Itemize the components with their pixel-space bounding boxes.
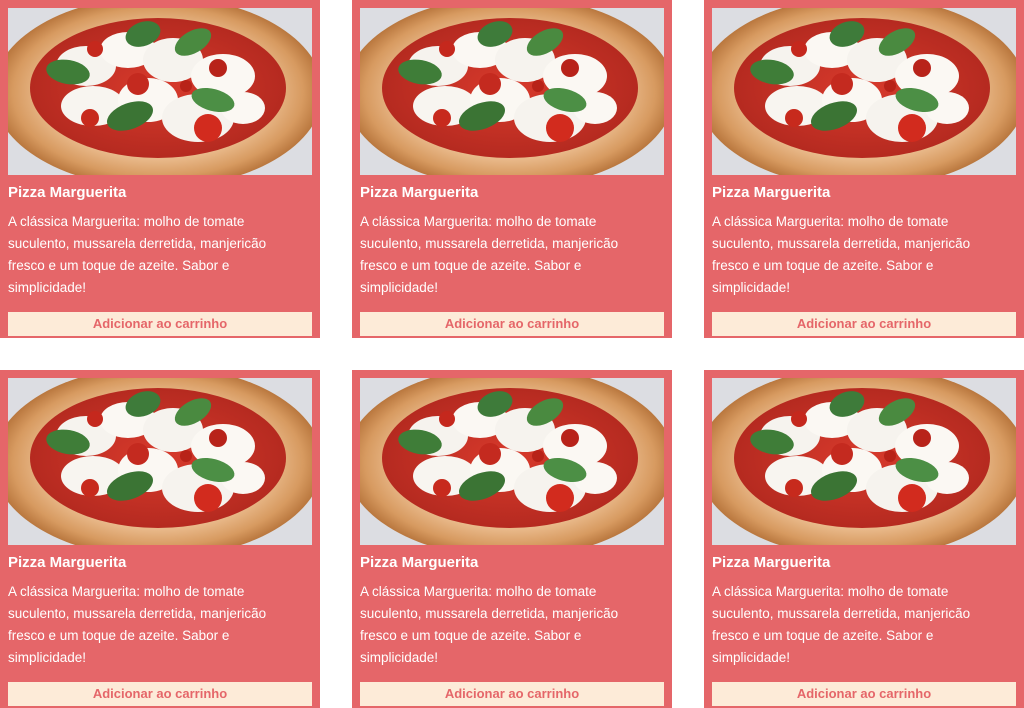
product-card: Pizza Marguerita A clássica Marguerita: …: [0, 370, 320, 708]
pizza-image: [8, 8, 312, 175]
product-description: A clássica Marguerita: molho de tomate s…: [8, 584, 267, 665]
product-title: Pizza Marguerita: [8, 184, 127, 201]
product-title: Pizza Marguerita: [8, 554, 127, 571]
pizza-image: [712, 8, 1016, 175]
add-to-cart-button[interactable]: Adicionar ao carrinho: [360, 682, 664, 706]
add-to-cart-button[interactable]: Adicionar ao carrinho: [8, 312, 312, 336]
pizza-image: [360, 378, 664, 545]
product-card: Pizza Marguerita A clássica Marguerita: …: [352, 370, 672, 708]
pizza-image: [8, 378, 312, 545]
product-title: Pizza Marguerita: [712, 184, 831, 201]
pizza-image: [360, 8, 664, 175]
product-description: A clássica Marguerita: molho de tomate s…: [712, 584, 971, 665]
product-grid: Pizza Marguerita A clássica Marguerita: …: [0, 0, 1024, 708]
product-card: Pizza Marguerita A clássica Marguerita: …: [704, 370, 1024, 708]
product-description: A clássica Marguerita: molho de tomate s…: [360, 214, 619, 295]
add-to-cart-button[interactable]: Adicionar ao carrinho: [8, 682, 312, 706]
product-card: Pizza Marguerita A clássica Marguerita: …: [0, 0, 320, 338]
product-title: Pizza Marguerita: [712, 554, 831, 571]
product-description: A clássica Marguerita: molho de tomate s…: [712, 214, 971, 295]
product-card: Pizza Marguerita A clássica Marguerita: …: [352, 0, 672, 338]
product-description: A clássica Marguerita: molho de tomate s…: [360, 584, 619, 665]
add-to-cart-button[interactable]: Adicionar ao carrinho: [712, 682, 1016, 706]
product-title: Pizza Marguerita: [360, 554, 479, 571]
product-title: Pizza Marguerita: [360, 184, 479, 201]
add-to-cart-button[interactable]: Adicionar ao carrinho: [712, 312, 1016, 336]
product-card: Pizza Marguerita A clássica Marguerita: …: [704, 0, 1024, 338]
product-description: A clássica Marguerita: molho de tomate s…: [8, 214, 267, 295]
pizza-image: [712, 378, 1016, 545]
add-to-cart-button[interactable]: Adicionar ao carrinho: [360, 312, 664, 336]
